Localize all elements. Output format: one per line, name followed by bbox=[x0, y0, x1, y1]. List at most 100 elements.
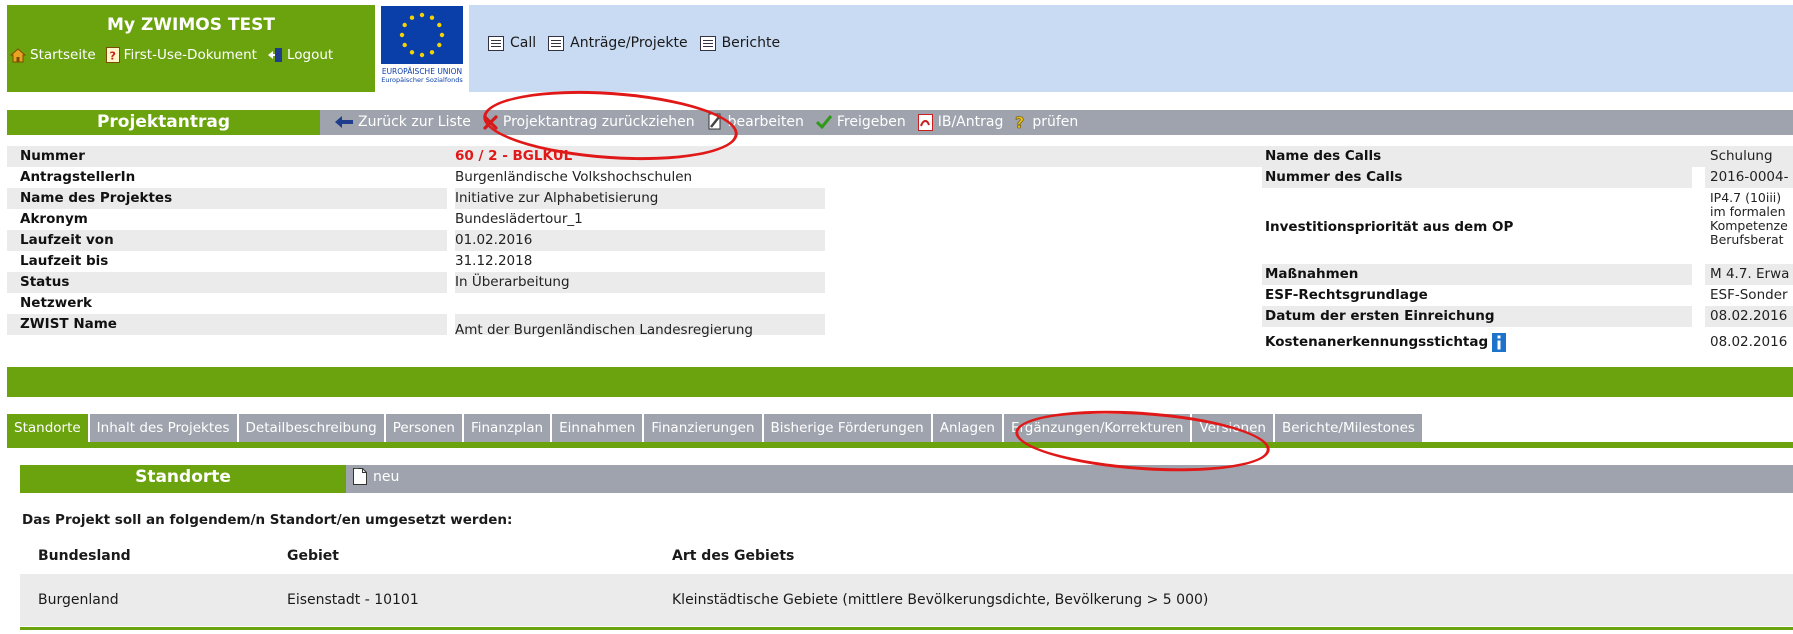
cell-bundesland: Burgenland bbox=[20, 574, 287, 626]
menu-antraege-label: Anträge/Projekte bbox=[570, 35, 688, 51]
label-massnahmen: Maßnahmen bbox=[1265, 266, 1359, 282]
kostenanerkennung-label-wrap: Kostenanerkennungsstichtag bbox=[1265, 332, 1507, 353]
grid-list-icon bbox=[548, 35, 565, 51]
tab-standorte[interactable]: Standorte bbox=[7, 414, 90, 443]
label-netzwerk: Netzwerk bbox=[20, 295, 93, 311]
grid-list-icon bbox=[699, 35, 716, 51]
standorte-title: Standorte bbox=[135, 467, 231, 487]
app-title: My ZWIMOS TEST bbox=[107, 15, 275, 35]
standorte-table: Bundesland Gebiet Art des Gebiets Burgen… bbox=[20, 538, 1793, 626]
label-kostenanerkennungsstichtag: Kostenanerkennungsstichtag bbox=[1265, 334, 1489, 350]
menu-berichte[interactable]: Berichte bbox=[699, 35, 781, 51]
ip-line-3: Kompetenze bbox=[1710, 218, 1788, 233]
tab-personen[interactable]: Personen bbox=[385, 414, 464, 443]
pruefen-button[interactable]: ? prüfen bbox=[1015, 114, 1078, 131]
label-antragstellerin: AntragstellerIn bbox=[20, 169, 136, 185]
row-nummer bbox=[7, 146, 1793, 167]
tab-detailbeschreibung[interactable]: Detailbeschreibung bbox=[238, 414, 386, 443]
label-datum-erste-einreichung: Datum der ersten Einreichung bbox=[1265, 308, 1495, 324]
tab-finanzierungen[interactable]: Finanzierungen bbox=[644, 414, 764, 443]
tab-anlagen[interactable]: Anlagen bbox=[932, 414, 1004, 443]
cell-gebiet: Eisenstadt - 10101 bbox=[287, 574, 672, 626]
col-bundesland: Bundesland bbox=[38, 548, 131, 564]
freigeben-button[interactable]: Freigeben bbox=[815, 114, 906, 130]
value-status: In Überarbeitung bbox=[455, 274, 570, 290]
label-laufzeit-von: Laufzeit von bbox=[20, 232, 114, 248]
table-header-row: Bundesland Gebiet Art des Gebiets bbox=[20, 538, 1793, 574]
startseite-label: Startseite bbox=[30, 47, 96, 63]
standorte-intro: Das Projekt soll an folgendem/n Standort… bbox=[22, 512, 513, 528]
tab-einnahmen[interactable]: Einnahmen bbox=[552, 414, 645, 443]
tab-inhalt-des-projektes[interactable]: Inhalt des Projektes bbox=[89, 414, 239, 443]
svg-text:?: ? bbox=[109, 50, 115, 63]
ip-line-4: Berufsberat bbox=[1710, 232, 1784, 247]
tab-bisherige-foerderungen[interactable]: Bisherige Förderungen bbox=[763, 414, 933, 443]
logout-link[interactable]: Logout bbox=[267, 47, 333, 63]
value-esf-rechtsgrundlage: ESF-Sonder bbox=[1710, 287, 1788, 303]
bearbeiten-label: bearbeiten bbox=[727, 114, 804, 130]
zurueck-label: Zurück zur Liste bbox=[358, 114, 471, 130]
value-investitionsprioritaet: IP4.7 (10iii) im formalen Kompetenze Ber… bbox=[1710, 191, 1788, 247]
pdf-icon bbox=[917, 113, 933, 131]
label-akronym: Akronym bbox=[20, 211, 88, 227]
value-kostenanerkennungsstichtag: 08.02.2016 bbox=[1710, 334, 1788, 350]
label-status: Status bbox=[20, 274, 70, 290]
value-antragstellerin: Burgenländische Volkshochschulen bbox=[455, 169, 693, 185]
top-links: Startseite ? First-Use-Dokument Logout bbox=[10, 45, 339, 65]
label-zwist-name: ZWIST Name bbox=[20, 316, 117, 332]
first-use-label: First-Use-Dokument bbox=[123, 47, 257, 63]
freigeben-label: Freigeben bbox=[836, 114, 906, 130]
ip-line-1: IP4.7 (10iii) bbox=[1710, 190, 1782, 205]
menu-call[interactable]: Call bbox=[488, 35, 536, 51]
question-icon: ? bbox=[1015, 114, 1025, 131]
startseite-link[interactable]: Startseite bbox=[10, 47, 96, 63]
logout-icon bbox=[267, 48, 282, 62]
grid-list-icon bbox=[488, 35, 504, 51]
value-akronym: Bundeslädertour_1 bbox=[455, 211, 583, 227]
label-nummer-des-calls: Nummer des Calls bbox=[1265, 169, 1403, 185]
standort-neu-button[interactable]: neu bbox=[353, 468, 399, 485]
menu-antraege-projekte[interactable]: Anträge/Projekte bbox=[548, 35, 688, 51]
value-laufzeit-von: 01.02.2016 bbox=[455, 232, 533, 248]
menu-berichte-label: Berichte bbox=[721, 35, 781, 51]
neu-label: neu bbox=[373, 468, 400, 485]
tab-berichte-milestones[interactable]: Berichte/Milestones bbox=[1274, 414, 1424, 443]
eu-union-text: EUROPÄISCHE UNION bbox=[381, 67, 463, 76]
value-laufzeit-bis: 31.12.2018 bbox=[455, 253, 533, 269]
zurueck-zur-liste-button[interactable]: Zurück zur Liste bbox=[335, 114, 471, 130]
eu-fund-text: Europäischer Sozialfonds bbox=[381, 76, 463, 84]
value-nummer-des-calls: 2016-0004- bbox=[1710, 169, 1789, 185]
value-name-des-calls: Schulung BÜ bbox=[1710, 148, 1773, 185]
logout-label: Logout bbox=[286, 47, 334, 63]
info-icon[interactable] bbox=[1492, 333, 1507, 352]
top-menu: Call Anträge/Projekte Berichte bbox=[488, 35, 780, 51]
eu-flag-icon bbox=[381, 6, 463, 64]
help-document-icon: ? bbox=[105, 47, 120, 63]
row-status bbox=[7, 272, 447, 293]
value-name-des-projektes: Initiative zur Alphabetisierung bbox=[455, 190, 659, 206]
col-art-des-gebiets: Art des Gebiets bbox=[672, 548, 795, 564]
tab-bar: Standorte Inhalt des Projektes Detailbes… bbox=[7, 413, 1793, 443]
ib-antrag-label: IB/Antrag bbox=[937, 114, 1004, 130]
svg-text:?: ? bbox=[1015, 114, 1024, 131]
value-massnahmen: M 4.7. Erwa bbox=[1710, 266, 1790, 282]
pruefen-label: prüfen bbox=[1032, 114, 1079, 130]
tab-finanzplan[interactable]: Finanzplan bbox=[463, 414, 553, 443]
section-separator bbox=[7, 367, 1793, 397]
table-row[interactable]: Burgenland Eisenstadt - 10101 Kleinstädt… bbox=[20, 574, 1793, 626]
ib-antrag-button[interactable]: IB/Antrag bbox=[917, 113, 1004, 131]
label-investitionsprioritaet: Investitionspriorität aus dem OP bbox=[1265, 219, 1514, 235]
label-laufzeit-bis: Laufzeit bis bbox=[20, 253, 109, 269]
table-bottom-border bbox=[20, 627, 1793, 630]
projektantrag-title: Projektantrag bbox=[96, 112, 231, 132]
value-datum-erste-einreichung: 08.02.2016 bbox=[1710, 308, 1788, 324]
cell-art-des-gebiets: Kleinstädtische Gebiete (mittlere Bevölk… bbox=[672, 574, 1793, 626]
col-gebiet: Gebiet bbox=[287, 548, 339, 564]
back-arrow-icon bbox=[335, 116, 353, 128]
menu-call-label: Call bbox=[510, 35, 537, 51]
new-document-icon bbox=[353, 468, 367, 485]
house-icon bbox=[10, 47, 26, 62]
first-use-link[interactable]: ? First-Use-Dokument bbox=[105, 47, 257, 63]
label-nummer: Nummer bbox=[20, 148, 85, 164]
tab-underline bbox=[7, 442, 1793, 448]
